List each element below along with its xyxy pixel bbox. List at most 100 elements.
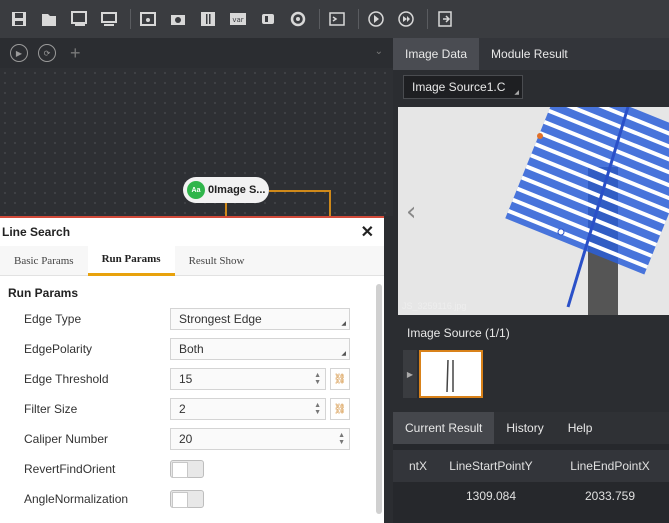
handle-point	[557, 228, 565, 236]
param-label: AngleNormalization	[24, 492, 129, 506]
save-icon[interactable]	[6, 6, 32, 32]
import-icon[interactable]	[66, 6, 92, 32]
param-row-caliper-number: Caliper Number 20 ▲ ▼	[24, 424, 384, 454]
table-row[interactable]: 1309.084 2033.759	[393, 482, 669, 510]
device-icon[interactable]	[255, 6, 281, 32]
spinner-arrows-icon[interactable]: ▲ ▼	[314, 372, 321, 386]
dropdown-corner-icon: ◢	[514, 90, 519, 96]
toolbar-separator	[130, 9, 131, 29]
caliper-number-stepper[interactable]: 20 ▲ ▼	[170, 428, 350, 450]
chevron-left-icon[interactable]: ‹	[406, 197, 416, 227]
image-caption: JS_3259116.jpg	[402, 301, 467, 311]
line-search-dialog: Line Search ✕ Basic Params Run Params Re…	[0, 216, 384, 523]
run-once-icon[interactable]: ▶	[10, 44, 28, 62]
vertical-scrollbar[interactable]	[376, 284, 382, 514]
tab-result-show[interactable]: Result Show	[175, 246, 259, 276]
tab-current-result[interactable]: Current Result	[393, 412, 495, 444]
chevron-right-icon[interactable]: ▶	[403, 350, 417, 398]
param-label: Edge Threshold	[24, 372, 109, 386]
open-folder-icon[interactable]	[36, 6, 62, 32]
run-loop-icon[interactable]	[393, 6, 419, 32]
chevron-down-icon[interactable]: ⌄	[375, 46, 383, 57]
param-label: Caliper Number	[24, 432, 109, 446]
edge-type-select[interactable]: Strongest Edge ◢	[170, 308, 350, 330]
toolbar-separator	[358, 9, 359, 29]
dialog-title: Line Search	[2, 225, 71, 239]
edge-polarity-select[interactable]: Both ◢	[170, 338, 350, 360]
image-source-title: Image Source (1/1)	[407, 326, 510, 340]
table-cell: 2033.759	[584, 489, 636, 503]
tab-history[interactable]: History	[494, 412, 555, 444]
source-bar: Image Source1.C ◢	[393, 70, 669, 102]
terminal-icon[interactable]	[324, 6, 350, 32]
canvas-toolbar: ▶ ⟳ + ⌄	[0, 38, 393, 68]
module-node-image-source[interactable]: Aa 0Image S...	[183, 177, 269, 203]
angle-normalization-toggle[interactable]	[170, 490, 204, 508]
camera-icon[interactable]	[165, 6, 191, 32]
monitor-icon[interactable]	[96, 6, 122, 32]
param-row-edge-polarity: EdgePolarity Both ◢	[24, 334, 384, 364]
table-header: ntX LineStartPointY LineEndPointX	[393, 450, 669, 482]
dialog-header: Line Search ✕	[0, 218, 384, 246]
film-icon[interactable]	[195, 6, 221, 32]
image-thumbnail[interactable]	[419, 350, 483, 398]
dropdown-corner-icon: ◢	[341, 351, 346, 357]
right-tabs: Image Data Module Result	[393, 38, 669, 70]
settings-icon[interactable]	[285, 6, 311, 32]
results-panel: Current Result History Help ntX LineStar…	[393, 412, 669, 523]
image-source-select[interactable]: Image Source1.C ◢	[403, 75, 523, 99]
export-icon[interactable]	[432, 6, 458, 32]
tab-run-params[interactable]: Run Params	[87, 245, 175, 276]
main-toolbar: var	[0, 0, 669, 38]
image-preview	[398, 107, 669, 315]
tab-image-data[interactable]: Image Data	[393, 38, 480, 70]
param-label: RevertFindOrient	[24, 462, 116, 476]
node-label: 0Image S...	[208, 184, 266, 196]
column-header[interactable]: ntX	[393, 459, 431, 473]
result-tabs: Current Result History Help	[393, 412, 669, 444]
tab-basic-params[interactable]: Basic Params	[0, 246, 88, 276]
select-value: Both	[179, 342, 204, 356]
connection-line	[269, 190, 331, 216]
filter-size-stepper[interactable]: 2 ▲ ▼	[170, 398, 326, 420]
params-list: Edge Type Strongest Edge ◢ EdgePolarity B…	[0, 304, 384, 514]
select-value: Strongest Edge	[179, 312, 262, 326]
column-header[interactable]: LineEndPointX	[551, 459, 669, 473]
svg-text:var: var	[232, 16, 243, 24]
toolbar-separator	[427, 9, 428, 29]
tab-help[interactable]: Help	[556, 412, 605, 444]
thumbnail-preview	[446, 359, 454, 393]
handle-point	[537, 133, 543, 139]
stepper-value: 20	[179, 432, 193, 446]
param-label: Edge Type	[24, 312, 82, 326]
link-icon[interactable]: ⛓	[330, 398, 350, 420]
link-icon[interactable]: ⛓	[330, 368, 350, 390]
spinner-arrows-icon[interactable]: ▲ ▼	[314, 402, 321, 416]
run-loop-icon[interactable]: ⟳	[38, 44, 56, 62]
flow-canvas[interactable]: ▶ ⟳ + ⌄ Aa 0Image S...	[0, 38, 393, 216]
section-title: Run Params	[8, 286, 79, 300]
spinner-arrows-icon[interactable]: ▲ ▼	[338, 432, 345, 446]
image-viewer[interactable]: ‹ JS_3259116.jpg	[398, 107, 669, 315]
image-icon[interactable]	[135, 6, 161, 32]
param-row-edge-threshold: Edge Threshold 15 ▲ ▼ ⛓	[24, 364, 384, 394]
var-icon[interactable]: var	[225, 6, 251, 32]
param-row-filter-size: Filter Size 2 ▲ ▼ ⛓	[24, 394, 384, 424]
stepper-value: 2	[179, 402, 186, 416]
dropdown-corner-icon: ◢	[341, 321, 346, 327]
revert-find-orient-toggle[interactable]	[170, 460, 204, 478]
right-panel: Image Data Module Result Image Source1.C…	[393, 38, 669, 523]
select-value: Image Source1.C	[412, 80, 506, 94]
param-row-revert-find-orient: RevertFindOrient	[24, 454, 384, 484]
param-label: Filter Size	[24, 402, 78, 416]
edge-threshold-stepper[interactable]: 15 ▲ ▼	[170, 368, 326, 390]
param-row-angle-normalization: AngleNormalization	[24, 484, 384, 514]
add-icon[interactable]: +	[70, 43, 81, 64]
run-once-icon[interactable]	[363, 6, 389, 32]
image-source-panel: Image Source (1/1) ▶	[393, 316, 669, 412]
param-label: EdgePolarity	[24, 342, 93, 356]
column-header[interactable]: LineStartPointY	[431, 459, 551, 473]
param-row-edge-type: Edge Type Strongest Edge ◢	[24, 304, 384, 334]
close-icon[interactable]: ✕	[361, 222, 374, 242]
tab-module-result[interactable]: Module Result	[479, 38, 580, 70]
